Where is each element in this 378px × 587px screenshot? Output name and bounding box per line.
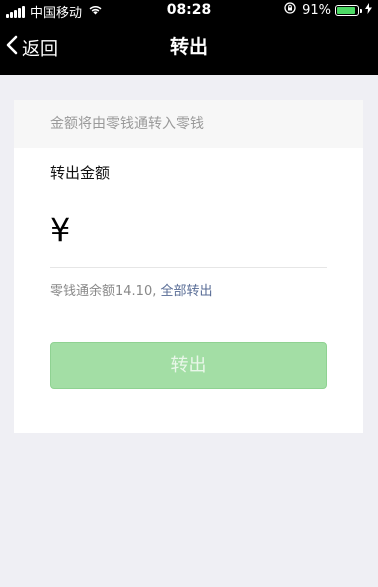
withdraw-card: 金额将由零钱通转入零钱 转出金额 ¥ 零钱通余额14.10, 全部转出 转出 xyxy=(14,100,378,433)
nav-bar: 返回 转出 xyxy=(0,20,378,75)
battery-icon xyxy=(335,4,362,16)
withdraw-all-link[interactable]: 全部转出 xyxy=(160,284,212,299)
status-right: 91% xyxy=(284,2,372,18)
notice-text: 金额将由零钱通转入零钱 xyxy=(14,100,363,148)
transfer-out-button[interactable]: 转出 xyxy=(50,342,327,389)
charging-icon xyxy=(365,2,372,18)
orientation-lock-icon xyxy=(284,2,296,18)
battery-percent: 91% xyxy=(302,2,331,18)
amount-input[interactable] xyxy=(78,209,378,250)
chevron-left-icon xyxy=(6,35,22,60)
currency-symbol: ¥ xyxy=(50,210,71,249)
status-bar: 中国移动 08:28 91% xyxy=(0,0,378,21)
amount-row: ¥ xyxy=(50,192,378,268)
amount-label: 转出金额 xyxy=(50,164,111,182)
back-button[interactable]: 返回 xyxy=(6,20,58,75)
back-label: 返回 xyxy=(22,38,58,60)
balance-row: 零钱通余额14.10, 全部转出 xyxy=(50,280,213,299)
balance-text: 零钱通余额14.10, xyxy=(50,284,161,299)
